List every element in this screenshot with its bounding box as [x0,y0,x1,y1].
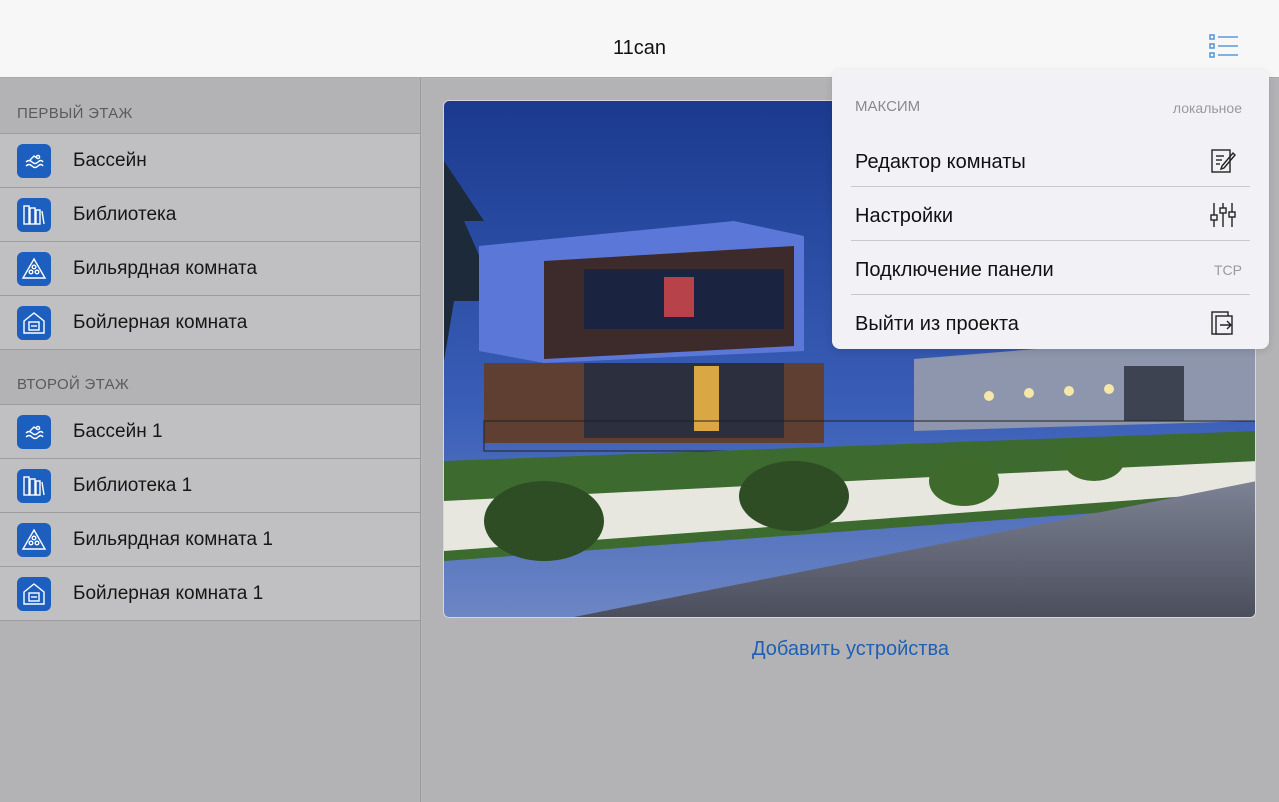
room-label: Бильярдная комната [73,258,258,279]
page-title: 11can [612,37,666,59]
user-name: МАКСИМ [855,98,921,115]
room-label: Библиотека 1 [73,475,193,496]
room-label: Бильярдная комната 1 [73,529,273,550]
room-list-second-floor: Бассейн 1 Библиотека 1 Бильярдная комнат… [0,404,420,621]
menu-item-panel-connection[interactable]: Подключение панели TCP [851,241,1250,295]
room-item-library-1[interactable]: Библиотека 1 [0,459,420,513]
billiard-icon [17,252,51,286]
menu-item-settings[interactable]: Настройки [851,187,1250,241]
section-header-second-floor: ВТОРОЙ ЭТАЖ [17,376,130,393]
room-label: Бассейн [73,150,147,171]
menu-item-label: Редактор комнаты [855,151,1026,173]
menu-item-label: Настройки [855,205,954,227]
room-item-pool-1[interactable]: Бассейн 1 [0,405,420,459]
exit-icon [1208,308,1238,338]
room-item-billiard-1[interactable]: Бильярдная комната 1 [0,513,420,567]
room-item-library[interactable]: Библиотека [0,188,420,242]
sidebar: ПЕРВЫЙ ЭТАЖ Бассейн Библиотека Бильярдна… [0,78,421,802]
library-icon [17,469,51,503]
project-menu-popover: МАКСИМ локальное Редактор комнаты Настро… [832,70,1269,349]
add-devices-link[interactable]: Добавить устройства [422,638,1279,661]
room-list-first-floor: Бассейн Библиотека Бильярдная комната Бо… [0,133,420,350]
pool-icon [17,415,51,449]
edit-note-icon [1208,146,1238,176]
room-item-pool[interactable]: Бассейн [0,134,420,188]
library-icon [17,198,51,232]
menu-item-room-editor[interactable]: Редактор комнаты [851,133,1250,187]
room-label: Бойлерная комната [73,312,248,333]
boiler-icon [17,577,51,611]
room-label: Бассейн 1 [73,421,163,442]
boiler-icon [17,306,51,340]
connection-status: локальное [1172,100,1242,116]
sliders-icon [1208,200,1238,230]
list-menu-icon[interactable] [1206,32,1242,66]
pool-icon [17,144,51,178]
room-item-boiler[interactable]: Бойлерная комната [0,296,420,350]
menu-item-label: Подключение панели [855,259,1054,281]
section-header-first-floor: ПЕРВЫЙ ЭТАЖ [17,105,133,122]
billiard-icon [17,523,51,557]
room-label: Библиотека [73,204,177,225]
room-item-boiler-1[interactable]: Бойлерная комната 1 [0,567,420,621]
room-item-billiard[interactable]: Бильярдная комната [0,242,420,296]
room-label: Бойлерная комната 1 [73,583,264,604]
menu-item-exit-project[interactable]: Выйти из проекта [851,295,1250,349]
menu-item-label: Выйти из проекта [855,313,1019,335]
top-bar: 11can [0,0,1279,78]
connection-type: TCP [1214,262,1242,278]
